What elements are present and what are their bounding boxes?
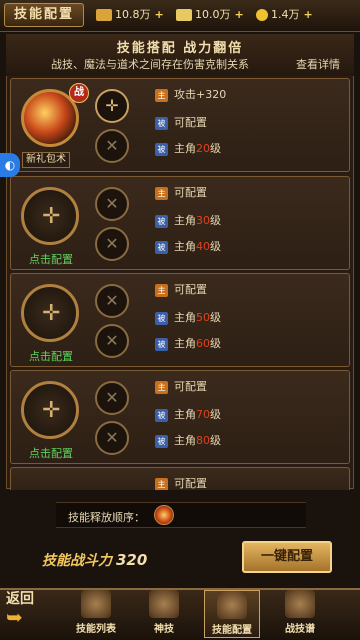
active-tag-icon: 主 — [155, 88, 168, 102]
banner: 技能搭配 战力翻倍 战技、魔法与道术之间存在伤害克制关系 查看详情 — [6, 34, 354, 76]
plus-icon: ✛ — [42, 301, 61, 326]
crossed-swords-icon: ✕ — [105, 388, 119, 407]
skill-row-4: ✛ 点击配置 ✕ ✕ 主可配置 被主角70级 被主角80级 — [10, 370, 350, 464]
add-bound-gold-button[interactable]: + — [235, 8, 244, 21]
crossed-swords-icon: ✕ — [105, 234, 119, 253]
resource-coin: 1.4万 + — [256, 6, 313, 24]
row-4-line-1: 主可配置 — [155, 377, 207, 397]
row-4-line-2: 被主角70级 — [155, 405, 221, 425]
bound-gold-icon — [176, 9, 192, 21]
passive-tag-icon: 被 — [155, 408, 168, 422]
passive-tag-icon: 被 — [155, 311, 168, 325]
scroll-icon — [81, 590, 111, 618]
crossed-swords-icon: ✕ — [105, 428, 119, 447]
passive-tag-icon: 被 — [155, 116, 168, 130]
skill-slot-2[interactable]: ✛ — [21, 187, 79, 245]
active-tag-icon: 主 — [155, 283, 168, 297]
new-gift-label[interactable]: 新礼包术 — [22, 152, 70, 168]
row-1-line-1: 主攻击+320 — [155, 85, 226, 105]
row-3-line-3: 被主角60级 — [155, 334, 221, 354]
row-4-line-3: 被主角80级 — [155, 431, 221, 451]
active-tag-icon: 主 — [155, 477, 168, 491]
skill-power-value: 320 — [116, 551, 148, 569]
click-configure-label[interactable]: 点击配置 — [23, 348, 79, 364]
nav-battle-guide[interactable]: 战技谱 — [272, 590, 328, 638]
view-details-link[interactable]: 查看详情 — [296, 56, 340, 72]
crossed-swords-icon: ✕ — [105, 331, 119, 350]
passive-slot-locked[interactable]: ✕ — [95, 421, 129, 455]
page-title: 技能配置 — [4, 3, 84, 27]
crossed-swords-icon: ✕ — [105, 291, 119, 310]
resource-bound-gold-value: 10.0万 — [195, 8, 231, 21]
armor-icon — [285, 590, 315, 618]
passive-tag-icon: 被 — [155, 240, 168, 254]
active-tag-icon: 主 — [155, 380, 168, 394]
row-2-line-1: 主可配置 — [155, 183, 207, 203]
nav-skill-config[interactable]: 技能配置 — [204, 590, 260, 638]
passive-slot-locked[interactable]: ✕ — [95, 284, 129, 318]
active-tag-icon: 主 — [155, 186, 168, 200]
passive-slot-locked[interactable]: ✕ — [95, 381, 129, 415]
crossed-swords-icon: ✕ — [105, 136, 119, 155]
skill-slot-4[interactable]: ✛ — [21, 381, 79, 439]
fire-skill-order-icon[interactable] — [154, 505, 174, 525]
row-3-line-1: 主可配置 — [155, 280, 207, 300]
coin-icon — [256, 9, 268, 21]
nav-skill-list[interactable]: 技能列表 — [68, 590, 124, 638]
resource-coin-value: 1.4万 — [271, 8, 300, 21]
row-2-line-2: 被主角30级 — [155, 211, 221, 231]
statue-icon — [149, 590, 179, 618]
passive-slot-locked[interactable]: ✕ — [95, 227, 129, 261]
resource-bound-gold: 10.0万 + — [176, 6, 244, 24]
add-gold-button[interactable]: + — [155, 8, 164, 21]
warrior-badge: 战 — [69, 83, 89, 103]
passive-slot-locked[interactable]: ✕ — [95, 187, 129, 221]
add-coin-button[interactable]: + — [304, 8, 313, 21]
passive-tag-icon: 被 — [155, 142, 168, 156]
row-1-line-2: 被可配置 — [155, 113, 207, 133]
plus-icon: ✛ — [42, 204, 61, 229]
passive-tag-icon: 被 — [155, 214, 168, 228]
gift-bubble-icon[interactable]: ◐ — [0, 153, 20, 177]
click-configure-label[interactable]: 点击配置 — [23, 251, 79, 267]
crossed-swords-icon: ✕ — [105, 194, 119, 213]
row-1-line-3: 被主角20级 — [155, 139, 221, 159]
row-2-line-3: 被主角40级 — [155, 237, 221, 257]
warrior-icon — [217, 591, 247, 619]
skill-power-label: 技能战斗力 — [42, 553, 112, 569]
passive-slot-add[interactable]: ✛ — [95, 89, 129, 123]
resource-gold: 10.8万 + — [96, 6, 164, 24]
passive-slot-locked[interactable]: ✕ — [95, 129, 129, 163]
banner-subtitle: 战技、魔法与道术之间存在伤害克制关系 — [51, 58, 249, 71]
skill-slot-3[interactable]: ✛ — [21, 284, 79, 342]
passive-tag-icon: 被 — [155, 337, 168, 351]
passive-tag-icon: 被 — [155, 434, 168, 448]
row-3-line-2: 被主角50级 — [155, 308, 221, 328]
plus-icon: ✛ — [105, 96, 119, 115]
resource-gold-value: 10.8万 — [115, 8, 151, 21]
back-button[interactable]: 返回 ➥ — [6, 590, 48, 636]
release-order-label: 技能释放顺序： — [68, 511, 145, 524]
skill-row-3: ✛ 点击配置 ✕ ✕ 主可配置 被主角50级 被主角60级 — [10, 273, 350, 367]
plus-icon: ✛ — [42, 398, 61, 423]
nav-divine-skill[interactable]: 神技 — [136, 590, 192, 638]
skill-power: 技能战斗力 320 — [42, 550, 147, 570]
passive-slot-locked[interactable]: ✕ — [95, 324, 129, 358]
click-configure-label[interactable]: 点击配置 — [23, 445, 79, 461]
banner-title: 技能搭配 战力翻倍 — [116, 41, 244, 56]
back-arrow-icon: ➥ — [6, 605, 23, 629]
gold-ingot-icon — [96, 9, 112, 21]
one-click-config-button[interactable]: 一键配置 — [242, 541, 332, 573]
skill-row-2: ✛ 点击配置 ✕ ✕ 主可配置 被主角30级 被主角40级 — [10, 176, 350, 270]
